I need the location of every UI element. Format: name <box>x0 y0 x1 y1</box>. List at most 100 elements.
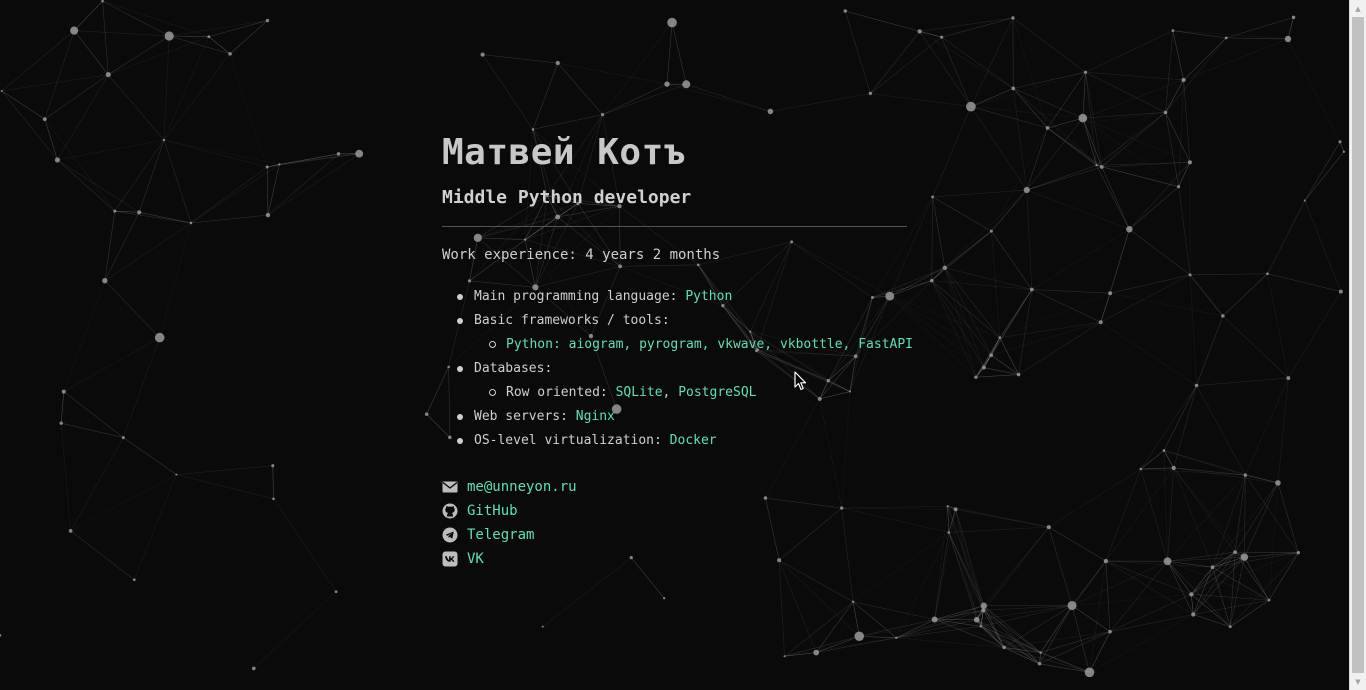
network-line <box>1190 273 1268 276</box>
network-line <box>1 90 45 120</box>
network-line <box>1304 141 1341 201</box>
network-line <box>163 36 210 141</box>
network-line <box>970 88 1014 107</box>
network-node <box>334 590 338 594</box>
network-node <box>265 18 270 23</box>
network-node <box>1011 16 1015 20</box>
network-line <box>57 159 116 212</box>
network-line <box>1085 71 1166 113</box>
network-line <box>1012 88 1028 191</box>
main-content: Матвей Котъ Middle Python developer Work… <box>442 128 922 571</box>
network-node <box>1162 449 1166 452</box>
network-line <box>1047 117 1083 129</box>
network-node <box>664 81 670 87</box>
network-line <box>1082 118 1103 168</box>
network-node <box>1023 186 1030 194</box>
network-line <box>1183 79 1191 163</box>
vertical-scrollbar[interactable]: ▲ ▼ <box>1349 0 1366 690</box>
network-line <box>108 36 209 75</box>
network-line <box>859 635 897 639</box>
network-line <box>1026 127 1048 191</box>
network-line <box>1089 614 1194 673</box>
network-line <box>104 222 192 281</box>
network-line <box>1212 474 1246 568</box>
github-link[interactable]: GitHub <box>467 499 518 523</box>
network-node <box>1084 667 1095 678</box>
network-node <box>1099 165 1104 169</box>
network-line <box>919 17 1013 32</box>
network-line <box>1287 38 1341 142</box>
network-line <box>1140 467 1174 470</box>
network-node <box>1083 70 1088 74</box>
email-link[interactable]: me@unneyon.ru <box>467 475 577 499</box>
network-line <box>1040 631 1111 653</box>
network-node <box>1224 36 1228 40</box>
scrollbar-thumb[interactable] <box>1352 17 1364 673</box>
network-node <box>0 634 2 637</box>
network-line <box>1234 475 1246 553</box>
network-node <box>207 35 211 39</box>
network-line <box>1129 162 1191 230</box>
network-node <box>1045 126 1050 130</box>
network-line <box>1178 79 1184 187</box>
network-line <box>1244 556 1270 601</box>
network-node <box>940 35 944 39</box>
network-node <box>1266 272 1269 276</box>
network-line <box>482 54 534 130</box>
network-line <box>267 153 360 168</box>
network-line <box>102 0 209 37</box>
network-line <box>108 74 165 141</box>
network-line <box>1129 186 1179 230</box>
network-line <box>1268 482 1279 601</box>
row-oriented-label: Row oriented: <box>506 385 616 400</box>
network-line <box>1085 72 1103 168</box>
network-line <box>1109 614 1194 632</box>
network-line <box>976 619 1040 665</box>
scroll-up-arrow-icon[interactable]: ▲ <box>1350 0 1366 17</box>
network-line <box>272 465 274 499</box>
network-line <box>931 280 985 368</box>
network-node <box>164 31 174 41</box>
network-line <box>133 474 177 580</box>
network-line <box>931 280 1032 290</box>
network-line <box>999 337 1019 375</box>
network-line <box>73 0 103 31</box>
network-line <box>1110 292 1223 317</box>
network-line <box>941 17 1014 38</box>
network-line <box>163 139 280 165</box>
databases-sublist: Row oriented: SQLite, PostgreSQL <box>474 381 922 405</box>
network-line <box>666 22 673 85</box>
network-line <box>1140 385 1197 470</box>
network-line <box>1105 560 1192 595</box>
network-line <box>999 292 1111 338</box>
network-line <box>970 106 1028 191</box>
network-line <box>1072 594 1192 606</box>
network-line <box>1101 166 1130 230</box>
network-line <box>778 560 817 653</box>
network-node <box>942 265 947 270</box>
network-node <box>189 221 193 225</box>
divider <box>442 226 907 227</box>
network-line <box>273 498 337 592</box>
network-line <box>60 423 71 531</box>
telegram-link[interactable]: Telegram <box>467 523 534 547</box>
network-node <box>105 72 111 78</box>
network-line <box>176 474 274 500</box>
contact-github: GitHub <box>442 499 922 523</box>
network-node <box>1126 226 1133 233</box>
network-line <box>57 74 109 161</box>
network-line <box>163 53 231 141</box>
network-line <box>947 505 1049 528</box>
network-line <box>1026 190 1033 290</box>
contact-vk: VK <box>442 547 922 571</box>
network-line <box>990 289 1033 356</box>
network-node <box>946 505 949 508</box>
network-line <box>1031 228 1130 290</box>
network-line <box>1140 450 1165 470</box>
network-node <box>966 101 976 112</box>
network-line <box>1222 315 1289 379</box>
vk-link[interactable]: VK <box>467 547 484 571</box>
network-line <box>169 35 231 55</box>
network-node <box>265 212 271 218</box>
scroll-down-arrow-icon[interactable]: ▼ <box>1350 673 1366 690</box>
